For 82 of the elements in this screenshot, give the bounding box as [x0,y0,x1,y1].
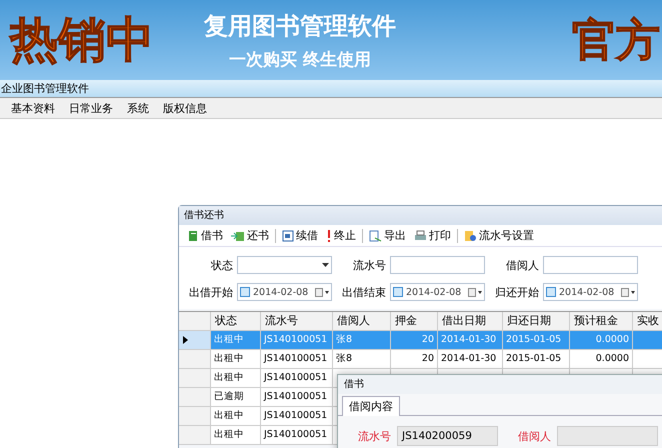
input-field[interactable]: JS140200059 [397,426,498,446]
window-title: 借书还书 [179,206,662,225]
table-cell: 出租中 [211,426,261,445]
table-cell: 20 [391,331,438,350]
exclamation-icon [326,230,332,242]
menu-item[interactable]: 日常业务 [62,100,120,116]
printer-icon [414,230,427,242]
input-field[interactable] [543,256,638,274]
field-label: 借阅人 [518,428,551,444]
row-header[interactable] [179,331,211,350]
status-dropdown[interactable] [237,256,332,274]
dialog-title: 借书 [338,375,662,394]
table-cell: 出租中 [211,369,261,388]
toolbar-button[interactable]: 终止 [324,228,358,243]
calendar-dropdown-icon [315,288,329,296]
date-picker[interactable]: 2014-02-08 [390,283,485,301]
table-cell: JS140100051 [261,331,333,350]
export-icon [369,230,382,242]
document-gear-icon [464,230,477,242]
date-picker[interactable]: 2014-02-08 [543,283,638,301]
column-header: 归还日期 [503,312,570,331]
table-cell: 出租中 [211,407,261,426]
toolbar-button[interactable]: 导出 [367,228,408,243]
calendar-dropdown-icon [621,288,635,296]
app-title: 企业图书管理软件 [0,80,662,98]
filter-label: 流水号 [353,258,386,272]
toolbar-button[interactable]: 还书 [229,228,271,243]
table-cell: 2014-01-30 [438,350,503,369]
banner-slogan: 热销中 [10,11,154,70]
table-cell: 2015-01-05 [503,350,570,369]
row-pointer-icon [183,336,188,344]
column-header: 借阅人 [333,312,391,331]
column-header: 实收 [633,312,662,331]
checkbox-icon [240,287,250,297]
calendar-dropdown-icon [468,288,482,296]
table-cell: 2014-01-30 [438,331,503,350]
banner-subtitle: 一次购买 终生使用 [229,48,371,70]
date-picker[interactable]: 2014-02-08 [237,283,332,301]
column-header: 状态 [211,312,261,331]
toolbar-button[interactable]: 打印 [412,228,453,243]
table-cell: JS140100051 [261,426,333,445]
banner-badge-text: 官方 [572,14,660,68]
table-cell: 20 [391,350,438,369]
column-header: 预计租金 [570,312,633,331]
filter-label: 状态 [211,258,233,272]
table-cell: 0.0000 [570,350,633,369]
table-cell: JS140100051 [261,350,333,369]
table-cell: 出租中 [211,331,261,350]
menu-item[interactable]: 系统 [120,100,156,116]
table-cell: 已逾期 [211,388,261,407]
dialog-tab[interactable]: 借阅内容 [342,396,400,416]
dropdown-arrow-icon [322,263,329,267]
column-header: 押金 [391,312,438,331]
table-cell: JS140100051 [261,407,333,426]
table-cell: JS140100051 [261,369,333,388]
checkbox-icon [546,287,556,297]
book-icon [187,230,199,242]
input-field[interactable] [557,426,658,446]
filter-label: 归还开始 [495,284,539,300]
toolbar-button[interactable]: 续借 [280,228,320,243]
table-cell: 张8 [333,350,391,369]
table-cell [633,350,662,369]
table-cell: 0.0000 [570,331,633,350]
column-header: 借出日期 [438,312,503,331]
table-cell: JS140100051 [261,388,333,407]
filter-label: 出借开始 [189,284,233,300]
banner-title: 复用图书管理软件 [204,10,396,42]
input-field[interactable] [390,256,485,274]
table-cell: 2015-01-05 [503,331,570,350]
toolbar-button[interactable]: 流水号设置 [462,228,536,243]
table-cell [633,331,662,350]
menu-item[interactable]: 版权信息 [156,100,214,116]
checkbox-icon [393,287,403,297]
menu-item[interactable]: 基本资料 [4,100,62,116]
filter-label: 借阅人 [506,258,539,272]
book-arrow-icon [231,230,245,242]
toolbar-button[interactable]: 借书 [185,228,225,243]
table-cell: 出租中 [211,350,261,369]
filter-label: 出借结束 [342,284,386,300]
field-label: 流水号 [358,428,391,444]
table-cell: 张8 [333,331,391,350]
column-header: 流水号 [261,312,333,331]
